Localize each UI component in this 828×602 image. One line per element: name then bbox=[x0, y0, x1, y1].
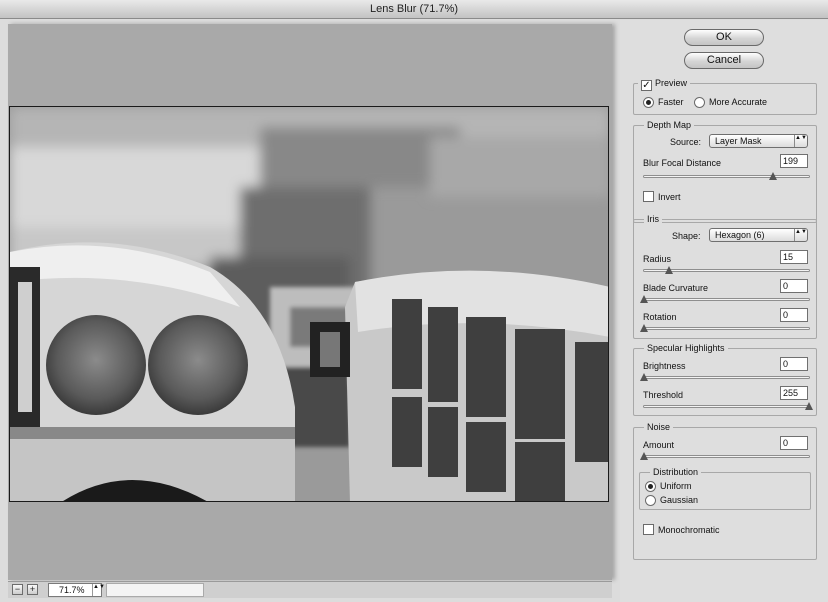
specular-highlights-group: Specular Highlights Brightness 0 Thresho… bbox=[633, 343, 817, 416]
cancel-button[interactable]: Cancel bbox=[684, 52, 764, 69]
threshold-thumb[interactable] bbox=[805, 402, 813, 410]
zoom-out-button[interactable]: − bbox=[12, 584, 23, 595]
distribution-title: Distribution bbox=[650, 467, 702, 478]
uniform-label: Uniform bbox=[660, 481, 692, 491]
monochromatic-checkbox[interactable] bbox=[643, 524, 654, 535]
preview-group: ✓ Preview Faster More Accurate bbox=[633, 78, 817, 115]
depth-map-group: Depth Map Source: Layer Mask ▲▼ Blur Foc… bbox=[633, 120, 817, 223]
specular-highlights-title: Specular Highlights bbox=[644, 343, 728, 354]
preview-label: Preview bbox=[655, 78, 688, 88]
iris-group: Iris Shape: Hexagon (6) ▲▼ Radius 15 Bla… bbox=[633, 214, 817, 339]
preview-legend: ✓ Preview bbox=[638, 78, 691, 91]
threshold-label: Threshold bbox=[643, 390, 684, 400]
distribution-group: Distribution Uniform Gaussian bbox=[639, 467, 811, 510]
zoom-in-button[interactable]: + bbox=[27, 584, 38, 595]
shape-select[interactable]: Hexagon (6) ▲▼ bbox=[709, 228, 808, 242]
rotation-input[interactable]: 0 bbox=[780, 308, 808, 322]
brightness-thumb[interactable] bbox=[640, 373, 648, 381]
invert-checkbox[interactable] bbox=[643, 191, 654, 202]
select-arrows-icon: ▲▼ bbox=[794, 229, 807, 241]
status-bar: − + 71.7% ▲▼ bbox=[8, 581, 612, 598]
ok-button[interactable]: OK bbox=[684, 29, 764, 46]
uniform-radio[interactable] bbox=[645, 481, 656, 492]
shape-select-value: Hexagon (6) bbox=[715, 230, 765, 240]
amount-slider[interactable] bbox=[640, 452, 810, 460]
source-select-value: Layer Mask bbox=[715, 136, 762, 146]
radius-label: Radius bbox=[643, 254, 672, 264]
blur-focal-input[interactable]: 199 bbox=[780, 154, 808, 168]
blur-focal-label: Blur Focal Distance bbox=[643, 158, 722, 168]
shape-label: Shape: bbox=[672, 231, 701, 241]
preview-image bbox=[9, 106, 609, 502]
blur-focal-thumb[interactable] bbox=[768, 172, 777, 180]
threshold-input[interactable]: 255 bbox=[780, 386, 808, 400]
blade-curvature-label: Blade Curvature bbox=[643, 283, 709, 293]
radius-input[interactable]: 15 bbox=[780, 250, 808, 264]
rotation-label: Rotation bbox=[643, 312, 677, 322]
amount-thumb[interactable] bbox=[640, 452, 648, 460]
preview-canvas[interactable] bbox=[8, 24, 612, 580]
brightness-input[interactable]: 0 bbox=[780, 357, 808, 371]
gaussian-radio[interactable] bbox=[645, 495, 656, 506]
blade-curvature-thumb[interactable] bbox=[640, 295, 648, 303]
faster-label: Faster bbox=[658, 97, 684, 107]
threshold-slider[interactable] bbox=[643, 402, 813, 410]
radius-slider[interactable] bbox=[643, 266, 810, 274]
monochromatic-label: Monochromatic bbox=[658, 525, 720, 535]
rotation-thumb[interactable] bbox=[640, 324, 648, 332]
select-arrows-icon: ▲▼ bbox=[794, 135, 807, 147]
blade-curvature-slider[interactable] bbox=[640, 295, 810, 303]
gaussian-label: Gaussian bbox=[660, 495, 699, 505]
source-select[interactable]: Layer Mask ▲▼ bbox=[709, 134, 808, 148]
amount-label: Amount bbox=[643, 440, 675, 450]
iris-title: Iris bbox=[644, 214, 662, 225]
zoom-level-value: 71.7% bbox=[59, 585, 85, 595]
invert-label: Invert bbox=[658, 192, 681, 202]
school-bus-photo bbox=[10, 107, 608, 501]
blur-focal-slider[interactable] bbox=[643, 172, 810, 180]
blade-curvature-input[interactable]: 0 bbox=[780, 279, 808, 293]
settings-panel: OK Cancel ✓ Preview Faster More Accurate … bbox=[620, 20, 828, 602]
faster-radio[interactable] bbox=[643, 97, 654, 108]
more-accurate-label: More Accurate bbox=[709, 97, 768, 107]
radius-thumb[interactable] bbox=[664, 266, 673, 274]
zoom-stepper-icon[interactable]: ▲▼ bbox=[92, 584, 105, 596]
preview-checkbox[interactable]: ✓ bbox=[641, 80, 652, 91]
noise-title: Noise bbox=[644, 422, 674, 433]
noise-group: Noise Amount 0 Distribution Uniform Gaus… bbox=[633, 422, 817, 560]
horizontal-scrollbar[interactable] bbox=[106, 583, 204, 597]
depth-map-title: Depth Map bbox=[644, 120, 695, 131]
more-accurate-radio[interactable] bbox=[694, 97, 705, 108]
window-title: Lens Blur (71.7%) bbox=[0, 0, 828, 19]
source-label: Source: bbox=[670, 137, 702, 147]
brightness-slider[interactable] bbox=[640, 373, 810, 381]
brightness-label: Brightness bbox=[643, 361, 686, 371]
amount-input[interactable]: 0 bbox=[780, 436, 808, 450]
rotation-slider[interactable] bbox=[640, 324, 810, 332]
checkmark-icon: ✓ bbox=[642, 80, 651, 91]
